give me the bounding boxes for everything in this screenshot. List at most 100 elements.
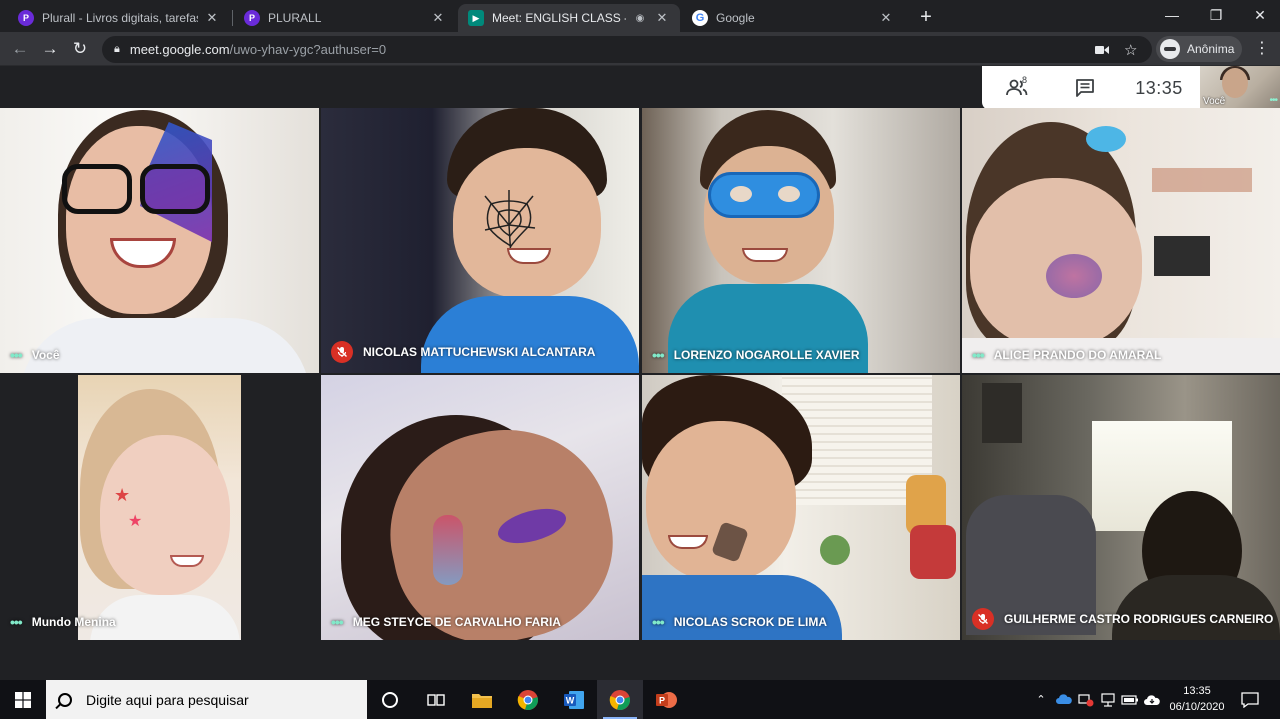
background-shelf bbox=[1152, 168, 1252, 192]
taskbar-clock[interactable]: 13:35 06/10/2020 bbox=[1164, 683, 1230, 715]
windows-logo-icon bbox=[15, 691, 31, 708]
tab-plurall[interactable]: P PLURALL ✕ bbox=[234, 4, 456, 32]
forward-button[interactable]: → bbox=[38, 37, 62, 61]
notification-icon bbox=[1241, 691, 1259, 708]
new-tab-button[interactable]: + bbox=[914, 6, 938, 30]
tab-strip: P Plurall - Livros digitais, tarefas, tu… bbox=[0, 0, 1280, 32]
meeting-clock: 13:35 bbox=[1118, 66, 1200, 110]
participant-name: NICOLAS MATTUCHEWSKI ALCANTARA bbox=[363, 345, 596, 359]
tab-close-icon[interactable]: ✕ bbox=[430, 10, 446, 26]
meeting-clock-text: 13:35 bbox=[1135, 77, 1183, 98]
participant-name: LORENZO NOGAROLLE XAVIER bbox=[673, 348, 860, 362]
participant-face bbox=[100, 435, 230, 595]
speaking-dots-icon: ••• bbox=[652, 347, 665, 363]
participant-name: GUILHERME CASTRO RODRIGUES CARNEIRO bbox=[1004, 612, 1274, 626]
google-favicon-icon: G bbox=[692, 10, 708, 26]
star-face-paint-icon: ★ bbox=[128, 513, 143, 530]
tab-close-icon[interactable]: ✕ bbox=[654, 10, 670, 26]
participants-button[interactable]: 8 bbox=[982, 66, 1052, 110]
tab-meet[interactable]: ▶ Meet: ENGLISH CLASS - 1ST ◉ ✕ bbox=[458, 4, 680, 32]
tab-title: PLURALL bbox=[268, 11, 322, 25]
chat-button[interactable] bbox=[1052, 66, 1118, 110]
start-button[interactable] bbox=[0, 680, 46, 719]
chrome-active-button[interactable] bbox=[597, 680, 643, 719]
tile-name-label: NICOLAS MATTUCHEWSKI ALCANTARA bbox=[331, 341, 595, 363]
speaking-dots-icon: ••• bbox=[652, 614, 665, 630]
more-options-icon[interactable]: ••• bbox=[1269, 95, 1277, 106]
participant-name: NICOLAS SCROK DE LIMA bbox=[673, 615, 828, 629]
recording-indicator-icon: ◉ bbox=[635, 12, 645, 24]
shirt bbox=[20, 318, 310, 373]
folder-icon bbox=[472, 693, 492, 708]
tile-name-label: ••• Mundo Menina bbox=[10, 614, 116, 630]
cortana-button[interactable] bbox=[367, 680, 413, 719]
mic-off-icon bbox=[331, 341, 353, 363]
glasses-left bbox=[62, 164, 132, 214]
participant-tile-lorenzo[interactable]: ••• LORENZO NOGAROLLE XAVIER bbox=[642, 108, 960, 373]
cloud-sync-icon[interactable] bbox=[1142, 680, 1162, 719]
participant-tile-meg[interactable]: ••• MEG STEYCE DE CARVALHO FARIA bbox=[321, 375, 639, 640]
tab-title: Plurall - Livros digitais, tarefas, tu bbox=[42, 11, 198, 25]
search-placeholder: Digite aqui para pesquisar bbox=[86, 691, 249, 708]
url-path: /uwo-yhav-ygc?authuser=0 bbox=[229, 42, 387, 57]
reload-button[interactable]: ↻ bbox=[68, 37, 92, 61]
participant-tile-voce[interactable]: ••• Você bbox=[0, 108, 319, 373]
task-view-button[interactable] bbox=[413, 680, 459, 719]
plurall-favicon-icon: P bbox=[244, 10, 260, 26]
tab-close-icon[interactable]: ✕ bbox=[204, 10, 220, 26]
taskbar-search-box[interactable]: Digite aqui para pesquisar bbox=[46, 680, 367, 719]
notifications-button[interactable] bbox=[1236, 680, 1264, 719]
mask-eye-right bbox=[778, 186, 800, 202]
task-view-icon bbox=[427, 693, 445, 706]
lock-icon[interactable]: 🔒︎ bbox=[114, 43, 120, 56]
tile-name-label: ••• Você bbox=[10, 347, 60, 363]
word-button[interactable]: W bbox=[551, 680, 597, 719]
file-explorer-button[interactable] bbox=[459, 680, 505, 719]
background-frame bbox=[982, 383, 1022, 443]
tab-plurall-books[interactable]: P Plurall - Livros digitais, tarefas, tu… bbox=[8, 4, 230, 32]
participant-tile-alice[interactable]: ••• ALICE PRANDO DO AMARAL bbox=[962, 108, 1280, 373]
tab-google[interactable]: G Google ✕ bbox=[682, 4, 904, 32]
chrome-button[interactable] bbox=[505, 680, 551, 719]
back-button[interactable]: ← bbox=[8, 37, 32, 61]
powerpoint-button[interactable]: P bbox=[643, 680, 689, 719]
tile-name-label: ••• MEG STEYCE DE CARVALHO FARIA bbox=[331, 614, 561, 630]
tab-divider bbox=[232, 10, 233, 26]
word-icon: W bbox=[564, 690, 584, 709]
tile-name-label: ••• LORENZO NOGAROLLE XAVIER bbox=[652, 347, 860, 363]
onedrive-icon[interactable] bbox=[1054, 680, 1074, 719]
self-label: Você bbox=[1203, 96, 1226, 107]
tile-name-label: GUILHERME CASTRO RODRIGUES CARNEIRO bbox=[972, 608, 1273, 630]
hair-bow bbox=[1086, 126, 1126, 152]
network-icon[interactable] bbox=[1098, 680, 1118, 719]
browser-toolbar: ← → ↻ 🔒︎ meet.google.com /uwo-yhav-ygc?a… bbox=[0, 32, 1280, 66]
browser-menu-icon[interactable]: ⋮ bbox=[1254, 37, 1270, 61]
participant-name: MEG STEYCE DE CARVALHO FARIA bbox=[352, 615, 561, 629]
maximize-button[interactable]: ❐ bbox=[1194, 0, 1238, 30]
self-view-thumbnail[interactable]: Você ••• bbox=[1200, 66, 1280, 110]
show-hidden-icons-button[interactable]: ⌃ bbox=[1032, 680, 1050, 719]
tab-close-icon[interactable]: ✕ bbox=[878, 10, 894, 26]
incognito-profile-button[interactable]: Anônima bbox=[1156, 36, 1242, 62]
participant-tile-guilherme[interactable]: GUILHERME CASTRO RODRIGUES CARNEIRO bbox=[962, 375, 1280, 640]
vpn-error-icon[interactable] bbox=[1076, 680, 1096, 719]
powerpoint-icon: P bbox=[656, 691, 677, 708]
incognito-icon bbox=[1160, 39, 1180, 59]
face-paint bbox=[433, 515, 463, 585]
blue-mask-face-paint bbox=[708, 172, 820, 218]
address-bar[interactable]: 🔒︎ meet.google.com /uwo-yhav-ygc?authuse… bbox=[102, 36, 1152, 63]
speaking-dots-icon: ••• bbox=[10, 614, 23, 630]
bookmark-star-icon[interactable]: ☆ bbox=[1124, 36, 1137, 63]
speaking-dots-icon: ••• bbox=[331, 614, 344, 630]
cortana-circle-icon bbox=[382, 691, 398, 708]
tile-name-label: ••• NICOLAS SCROK DE LIMA bbox=[652, 614, 827, 630]
minimize-button[interactable]: — bbox=[1150, 0, 1194, 30]
window-close-button[interactable]: ✕ bbox=[1238, 0, 1280, 30]
camera-in-use-icon[interactable] bbox=[1095, 36, 1109, 63]
battery-icon[interactable] bbox=[1120, 680, 1140, 719]
speaking-dots-icon: ••• bbox=[972, 347, 985, 363]
participant-tile-mundo-menina[interactable]: ★ ★ ••• Mundo Menina bbox=[0, 375, 319, 640]
participant-tile-nicolas-scrok[interactable]: ••• NICOLAS SCROK DE LIMA bbox=[642, 375, 960, 640]
participant-tile-nicolas-mattuchewski[interactable]: NICOLAS MATTUCHEWSKI ALCANTARA bbox=[321, 108, 639, 373]
speaking-dots-icon: ••• bbox=[10, 347, 23, 363]
